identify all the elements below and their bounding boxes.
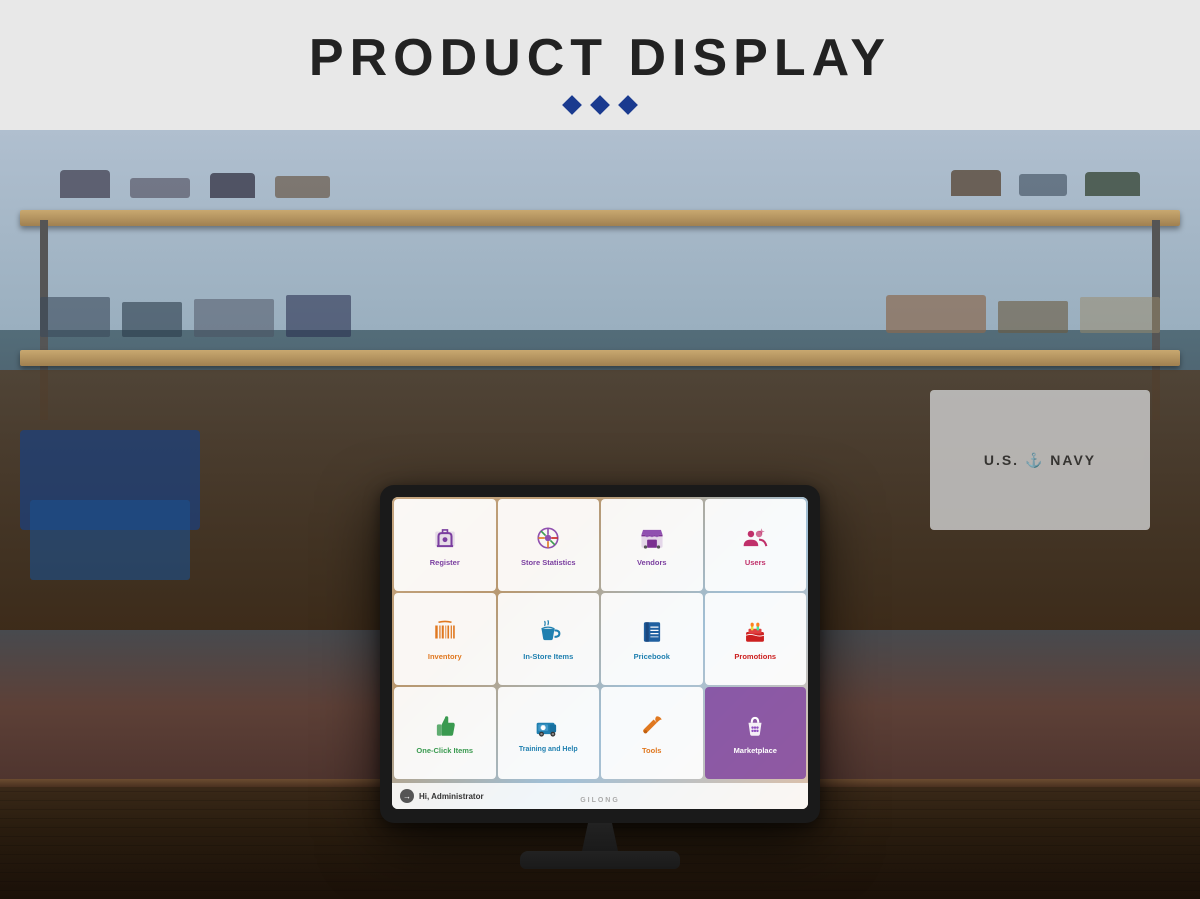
tile-store-statistics[interactable]: Store Statistics xyxy=(498,499,600,591)
statusbar-avatar: → xyxy=(400,789,414,803)
in-store-items-label: In-Store Items xyxy=(523,652,573,661)
tile-pricebook[interactable]: Pricebook xyxy=(601,593,703,685)
page-title: PRODUCT DISPLAY xyxy=(0,28,1200,88)
register-icon xyxy=(432,525,458,555)
app-grid: Register xyxy=(392,497,808,781)
tile-promotions[interactable]: Promotions xyxy=(705,593,807,685)
monitor-base xyxy=(520,851,680,869)
tile-register[interactable]: Register xyxy=(394,499,496,591)
vendors-label: Vendors xyxy=(637,558,667,567)
training-and-help-label: Training and Help xyxy=(519,746,578,754)
inventory-icon xyxy=(432,619,458,649)
monitor-brand-label: GILONG xyxy=(580,797,620,804)
one-click-items-icon xyxy=(432,713,458,743)
one-click-items-label: One-Click Items xyxy=(416,746,473,755)
store-statistics-icon xyxy=(535,525,561,555)
pricebook-label: Pricebook xyxy=(634,652,670,661)
tile-marketplace[interactable]: Marketplace xyxy=(705,687,807,779)
tools-icon xyxy=(639,713,665,743)
tile-training-and-help[interactable]: Training and Help xyxy=(498,687,600,779)
tile-in-store-items[interactable]: In-Store Items xyxy=(498,593,600,685)
diamond-2 xyxy=(590,95,610,115)
tools-label: Tools xyxy=(642,746,661,755)
promotions-label: Promotions xyxy=(734,652,776,661)
monitor-bezel: Register xyxy=(380,485,820,823)
tile-inventory[interactable]: Inventory xyxy=(394,593,496,685)
statusbar-text: Hi, Administrator xyxy=(419,792,484,801)
monitor-screen: Register xyxy=(392,497,808,809)
diamond-3 xyxy=(618,95,638,115)
vendors-icon xyxy=(639,525,665,555)
promotions-icon xyxy=(742,619,768,649)
register-label: Register xyxy=(430,558,460,567)
monitor: Register xyxy=(380,485,820,869)
inventory-label: Inventory xyxy=(428,652,462,661)
diamond-1 xyxy=(562,95,582,115)
in-store-items-icon xyxy=(535,619,561,649)
users-label: Users xyxy=(745,558,766,567)
users-icon xyxy=(742,525,768,555)
marketplace-label: Marketplace xyxy=(734,746,777,755)
tile-vendors[interactable]: Vendors xyxy=(601,499,703,591)
decorative-diamonds xyxy=(0,98,1200,112)
header-section: PRODUCT DISPLAY xyxy=(0,0,1200,130)
statusbar: → Hi, Administrator xyxy=(392,783,808,809)
tile-users[interactable]: Users xyxy=(705,499,807,591)
store-statistics-label: Store Statistics xyxy=(521,558,576,567)
tile-tools[interactable]: Tools xyxy=(601,687,703,779)
marketplace-icon xyxy=(742,713,768,743)
tile-one-click-items[interactable]: One-Click Items xyxy=(394,687,496,779)
pricebook-icon xyxy=(639,619,665,649)
monitor-neck xyxy=(570,823,630,851)
training-and-help-icon xyxy=(535,713,561,743)
